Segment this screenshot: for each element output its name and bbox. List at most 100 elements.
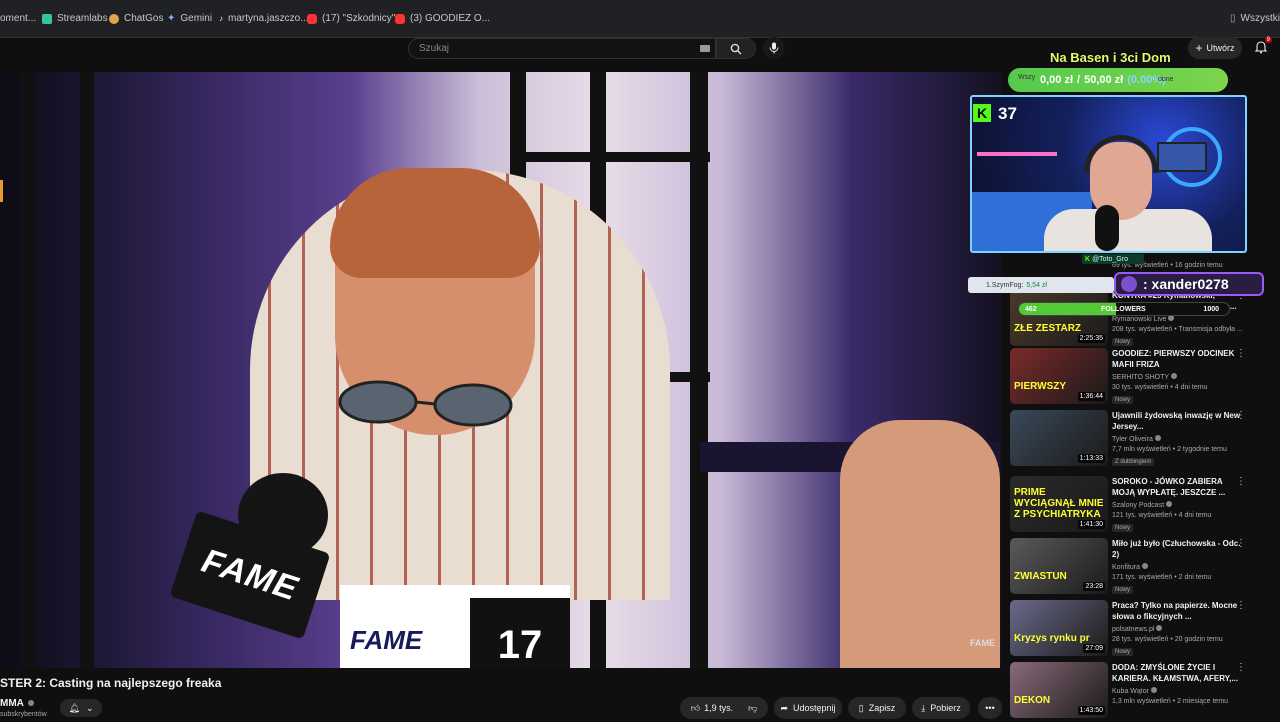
save-button[interactable]: ▯ Zapisz [848,697,906,719]
channel-name-text: MMA [0,698,24,709]
rec-duration: 27:09 [1083,644,1105,653]
rec-channel[interactable]: polsatnews.pl [1112,625,1163,633]
gemini-icon: ✦ [167,13,176,24]
rec-title[interactable]: Praca? Tylko na papierze. Mocne słowa o … [1112,600,1242,622]
recommendation-item[interactable]: ZWIASTUN 23:28 Miło już było (Człuchowska … [1010,538,1270,598]
rec-channel-text: SERHITO SHOTY [1112,374,1170,381]
create-button[interactable]: + Utwórz [1188,37,1242,59]
kick-small-icon: K [1085,255,1091,263]
rec-thumbnail-text: ZWIASTUN [1014,571,1067,582]
streamer-handle-text: @Toto_Gro [1092,255,1128,263]
share-button[interactable]: ➦ Udostępnij [774,697,842,719]
rec-thumbnail[interactable]: PRIME WYCIĄGNĄŁ MNIE Z PSYCHIATRYKA 1:41:… [1010,476,1108,532]
rec-thumbnail[interactable]: PIERWSZY 1:36:44 [1010,348,1108,404]
rec-title[interactable]: DODA: ZMYŚLONE ŻYCIE I KARIERA. KŁAMSTWA… [1112,662,1242,684]
rec-channel-text: Kuba Wątor [1112,688,1149,695]
verified-icon [1156,625,1163,631]
rec-title[interactable]: Miło już było (Człuchowska - Odc. 2) [1112,538,1242,560]
microphone-icon [769,42,779,54]
channel-name[interactable]: MMA [0,698,35,709]
bookmark-label: (3) GOODIEZ O... [410,13,491,24]
rec-thumbnail[interactable]: Kryzys rynku pr 27:09 [1010,600,1108,656]
tiktok-icon: ♪ [219,14,223,23]
rec-badge: Nowy [1112,338,1134,346]
viewer-count: 37 [998,104,1017,123]
stage-truss [80,72,94,668]
rec-title[interactable]: GOODIEZ: PIERWSZY ODCINEK MAFII FRIZA [1112,348,1242,370]
goal-current: 0,00 zł [1040,74,1074,86]
rec-menu-icon[interactable]: ⋮ [1236,348,1246,359]
rec-thumbnail[interactable]: 1:13:33 [1010,410,1108,466]
rec-thumbnail-text: PIERWSZY [1014,381,1067,392]
rec-thumbnail[interactable]: DEKON 1:43:50 [1010,662,1108,718]
follower-avatar-icon [1121,276,1137,292]
recommendation-item[interactable]: Kryzys rynku pr 27:09 Praca? Tylko na papi… [1010,600,1270,660]
dislike-button[interactable]: 👎︎ [748,703,757,714]
bookmarks-bar: oment... Streamlabs ChatGos ✦ Gemini ♪ mar… [0,0,1280,38]
share-label: Udostępnij [793,703,836,713]
rec-thumbnail[interactable]: ZŁE ZESTARZ 2:25:35 [1010,290,1108,346]
rec-duration: 1:43:50 [1077,706,1105,715]
notification-count-badge: 9 [1264,37,1272,43]
download-button[interactable]: ⤓ Pobierz [912,697,970,719]
rec-meta: 28 tys. wyświetleń • 20 godzin temu [1112,636,1223,643]
bookmark-item[interactable]: ✦ Gemini [167,13,212,24]
rec-menu-icon[interactable]: ⋮ [1236,410,1246,421]
verified-icon [28,700,35,706]
bookmark-item[interactable]: ChatGos [109,13,163,24]
voice-search-button[interactable] [763,37,785,59]
notifications-button[interactable]: 9 [1254,37,1272,54]
recommendation-item[interactable]: PRIME WYCIĄGNĄŁ MNIE Z PSYCHIATRYKA 1:41:… [1010,476,1270,536]
bookmark-item[interactable]: Streamlabs [42,13,108,24]
rec-thumbnail-text: ZŁE ZESTARZ [1014,323,1082,334]
goal-title: Na Basen i 3ci Dom [1050,50,1171,65]
top-donor: 1.SzymFog: 5,54 zł [968,277,1114,293]
rec-menu-icon[interactable]: ⋮ [1236,476,1246,487]
all-bookmarks[interactable]: ▯ Wszystkie [1230,13,1280,24]
rec-menu-icon[interactable]: ⋮ [1236,538,1246,549]
rec-thumbnail-text: Kryzys rynku pr [1014,633,1090,644]
recommendation-item[interactable]: PIERWSZY 1:36:44 GOODIEZ: PIERWSZY ODCINEK… [1010,348,1270,408]
recommendation-item[interactable]: ZŁE ZESTARZ2:25:35KONTRA #25 Rymanowski,… [1010,290,1270,350]
like-button[interactable]: 👍︎ 1,9 tys. [691,703,733,714]
rec-channel[interactable]: Szalony Podcast [1112,501,1173,509]
bookmark-label: ChatGos [124,13,164,24]
more-actions-button[interactable]: ••• [978,697,1002,719]
bookmark-item[interactable]: (3) GOODIEZ O... [395,13,490,24]
search-input[interactable]: Szukaj [408,38,716,59]
rec-channel[interactable]: Rymanowski Live [1112,315,1175,323]
rec-channel-text: Szalony Podcast [1112,502,1165,509]
goal-target: 50,00 zł [1084,74,1124,86]
rec-duration: 1:41:30 [1077,520,1105,529]
chatgos-icon [109,13,119,24]
keyboard-icon[interactable] [700,45,710,52]
search-button[interactable] [716,38,756,59]
rec-title[interactable]: Ujawnili żydowską inwazję w New Jersey..… [1112,410,1242,432]
rec-channel[interactable]: SERHITO SHOTY [1112,373,1178,381]
bookmark-label: (17) "Szkodnicy"... [322,13,404,24]
sunglasses-graphic [338,380,513,427]
rec-badge: Nowy [1112,396,1134,404]
rec-channel[interactable]: Konfitura [1112,563,1149,571]
streamlabs-icon [42,13,52,24]
bookmark-icon: ▯ [858,702,864,713]
subscribed-bell-button[interactable]: 🔔︎ ⌄ [60,699,102,717]
rec-channel[interactable]: Kuba Wątor [1112,687,1157,695]
stage-truss [510,152,710,162]
rec-channel[interactable]: Tyler Oliveira [1112,435,1161,443]
rec-title[interactable]: SOROKO - JÓWKO ZABIERA MOJĄ WYPŁATĘ. JES… [1112,476,1242,498]
rec-menu-icon[interactable]: ⋮ [1236,662,1246,673]
bookmark-item[interactable]: ♪ martyna.jaszczo... [219,13,309,24]
plus-icon: + [1195,41,1203,55]
recommendation-item[interactable]: DEKON 1:43:50 DODA: ZMYŚLONE ŻYCIE I KARIE… [1010,662,1270,722]
thumbs-up-icon: 👍︎ [690,702,701,713]
recommendation-item[interactable]: 1:13:33 Ujawnili żydowską inwazję w New J… [1010,410,1270,470]
rec-thumbnail[interactable]: ZWIASTUN 23:28 [1010,538,1108,594]
share-icon: ➦ [780,702,788,713]
bookmark-label: Gemini [180,13,213,24]
youtube-icon [307,13,317,24]
kick-logo-icon: K [973,104,991,122]
rec-menu-icon[interactable]: ⋮ [1236,600,1246,611]
bookmark-item[interactable]: (17) "Szkodnicy"... [307,13,404,24]
bookmark-item[interactable]: oment... [0,13,36,24]
